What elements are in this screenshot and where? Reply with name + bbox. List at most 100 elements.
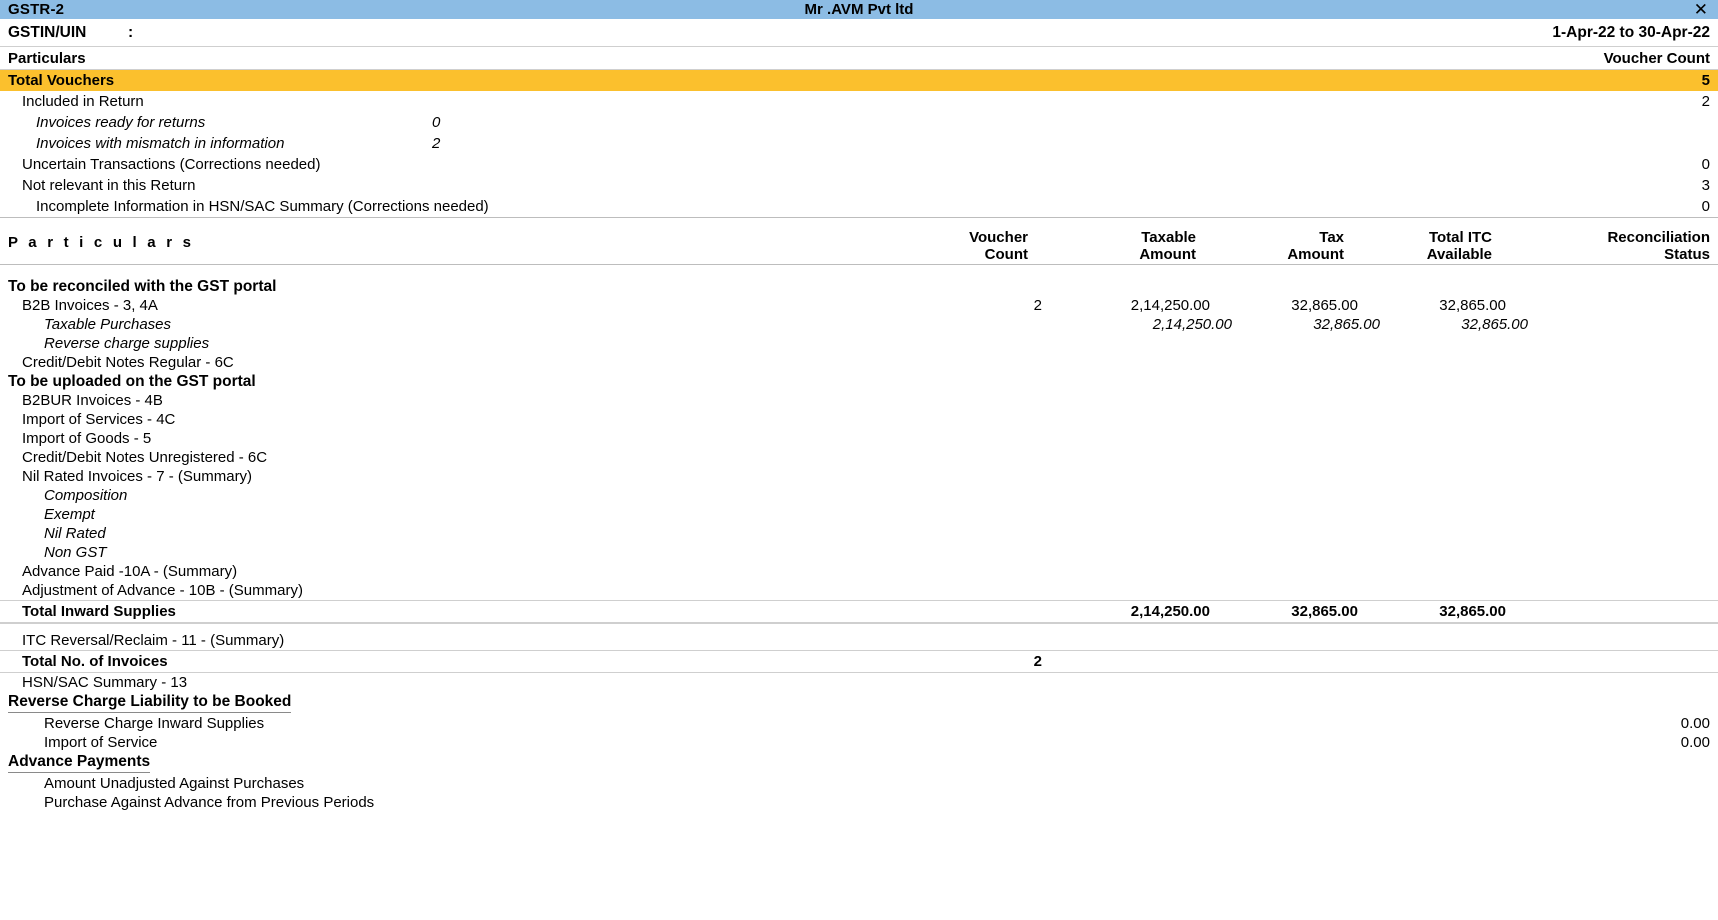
report-name: GSTR-2 xyxy=(8,1,65,18)
itc-reversal-label: ITC Reversal/Reclaim - 11 - (Summary) xyxy=(22,632,285,649)
summary-row-value: 0 xyxy=(1701,198,1710,215)
table-row[interactable]: Exempt xyxy=(0,505,1718,524)
table-row[interactable]: Composition xyxy=(0,486,1718,505)
gstin-label: GSTIN/UIN xyxy=(8,23,87,41)
table-row[interactable]: Advance Paid -10A - (Summary) xyxy=(0,562,1718,581)
total-invoices-label: Total No. of Invoices xyxy=(22,653,168,670)
hsn-summary-row[interactable]: HSN/SAC Summary - 13 xyxy=(0,673,1718,692)
reverse-charge-row[interactable]: Reverse Charge Inward Supplies 0.00 xyxy=(0,714,1718,733)
table-row[interactable]: Import of Goods - 5 xyxy=(0,429,1718,448)
table-row-particulars: Exempt xyxy=(44,506,95,523)
table-row-particulars: Nil Rated xyxy=(44,525,106,542)
table-row[interactable]: Credit/Debit Notes Regular - 6C xyxy=(0,353,1718,372)
total-inward-supplies-itc: 32,865.00 xyxy=(1439,603,1506,620)
table-row-particulars: B2B Invoices - 3, 4A xyxy=(22,297,158,314)
summary-row[interactable]: Invoices with mismatch in information 2 xyxy=(0,133,1718,154)
reverse-charge-heading-row: Reverse Charge Liability to be Booked xyxy=(0,692,1718,714)
table-row-particulars: Credit/Debit Notes Regular - 6C xyxy=(22,354,234,371)
advance-payment-row-label: Purchase Against Advance from Previous P… xyxy=(44,794,375,811)
advance-payment-row[interactable]: Purchase Against Advance from Previous P… xyxy=(0,793,1718,812)
col-taxable-amount-line1: Taxable xyxy=(1141,229,1196,247)
col-voucher-count-line1: Voucher xyxy=(969,229,1028,247)
report-period: 1-Apr-22 to 30-Apr-22 xyxy=(1552,23,1710,41)
table-row-particulars: Taxable Purchases xyxy=(44,316,172,333)
col-reconciliation-line2: Status xyxy=(1664,246,1710,264)
gstin-row: GSTIN/UIN : 1-Apr-22 to 30-Apr-22 xyxy=(0,19,1718,46)
col-total-itc-line2: Available xyxy=(1426,246,1492,264)
table-row-particulars: B2BUR Invoices - 4B xyxy=(22,392,163,409)
table-row-particulars: Advance Paid -10A - (Summary) xyxy=(22,563,238,580)
total-inward-supplies-taxable: 2,14,250.00 xyxy=(1130,603,1210,620)
summary-row[interactable]: Invoices ready for returns 0 xyxy=(0,112,1718,133)
table-row[interactable]: B2BUR Invoices - 4B xyxy=(0,391,1718,410)
col-voucher-count: Voucher Count xyxy=(938,230,1036,264)
window-title-bar: GSTR-2 Mr .AVM Pvt ltd ✕ xyxy=(0,0,1718,19)
table-row[interactable]: Non GST xyxy=(0,543,1718,562)
col-particulars: P a r t i c u l a r s xyxy=(8,233,195,251)
total-vouchers-value: 5 xyxy=(1701,72,1710,89)
table-row-taxable-amount: 2,14,250.00 xyxy=(1130,297,1210,314)
reverse-charge-row-label: Reverse Charge Inward Supplies xyxy=(44,715,265,732)
total-vouchers-row[interactable]: Total Vouchers 5 xyxy=(0,70,1718,91)
total-invoices-row[interactable]: Total No. of Invoices 2 xyxy=(0,651,1718,672)
hsn-summary-label: HSN/SAC Summary - 13 xyxy=(22,674,188,691)
col-tax-amount-line1: Tax xyxy=(1319,229,1344,247)
reverse-charge-row[interactable]: Import of Service 0.00 xyxy=(0,733,1718,752)
summary-row[interactable]: Included in Return 2 xyxy=(0,91,1718,112)
col-tax-amount-line2: Amount xyxy=(1287,246,1344,264)
reverse-charge-row-value: 0.00 xyxy=(1680,734,1710,751)
summary-header-row: Particulars Voucher Count xyxy=(0,47,1718,69)
table-row[interactable]: To be reconciled with the GST portal xyxy=(0,277,1718,296)
table-row-total-itc: 32,865.00 xyxy=(1439,297,1506,314)
table-row-particulars: Reverse charge supplies xyxy=(44,335,210,352)
advance-payment-rows: Amount Unadjusted Against Purchases Purch… xyxy=(0,774,1718,812)
summary-row-label: Incomplete Information in HSN/SAC Summar… xyxy=(36,198,489,215)
company-name: Mr .AVM Pvt ltd xyxy=(804,1,914,18)
table-row-voucher-count: 2 xyxy=(1033,297,1042,314)
table-row-particulars: Credit/Debit Notes Unregistered - 6C xyxy=(22,449,268,466)
advance-payment-row[interactable]: Amount Unadjusted Against Purchases xyxy=(0,774,1718,793)
summary-row-sub-value: 2 xyxy=(432,135,441,152)
table-row-particulars: To be reconciled with the GST portal xyxy=(8,277,277,295)
table-row[interactable]: Adjustment of Advance - 10B - (Summary) xyxy=(0,581,1718,600)
summary-row-label: Invoices ready for returns xyxy=(36,114,206,131)
close-icon[interactable]: ✕ xyxy=(1692,1,1710,18)
summary-row-value: 0 xyxy=(1701,156,1710,173)
summary-row[interactable]: Incomplete Information in HSN/SAC Summar… xyxy=(0,196,1718,217)
reverse-charge-row-value: 0.00 xyxy=(1680,715,1710,732)
summary-particulars-label: Particulars xyxy=(8,49,86,67)
summary-row-label: Uncertain Transactions (Corrections need… xyxy=(22,156,321,173)
summary-row[interactable]: Uncertain Transactions (Corrections need… xyxy=(0,154,1718,175)
table-row[interactable]: Reverse charge supplies xyxy=(0,334,1718,353)
table-row[interactable]: B2B Invoices - 3, 4A 2 2,14,250.00 32,865.0… xyxy=(0,296,1718,315)
advance-payments-heading-row: Advance Payments xyxy=(0,752,1718,774)
table-row-particulars: Import of Services - 4C xyxy=(22,411,176,428)
total-vouchers-label: Total Vouchers xyxy=(8,72,115,89)
summary-row-sub-value: 0 xyxy=(432,114,441,131)
table-row[interactable]: Taxable Purchases 2,14,250.00 32,865.00 32,… xyxy=(0,315,1718,334)
advance-payments-heading: Advance Payments xyxy=(8,753,151,773)
table-row[interactable]: Nil Rated Invoices - 7 - (Summary) xyxy=(0,467,1718,486)
summary-row-value: 2 xyxy=(1701,93,1710,110)
col-taxable-amount: Taxable Amount xyxy=(1036,230,1204,264)
summary-row-label: Invoices with mismatch in information xyxy=(36,135,285,152)
gstin-colon: : xyxy=(128,23,134,41)
table-row[interactable]: To be uploaded on the GST portal xyxy=(0,372,1718,391)
table-row[interactable]: Credit/Debit Notes Unregistered - 6C xyxy=(0,448,1718,467)
summary-voucher-count-label: Voucher Count xyxy=(1603,49,1710,67)
table-row[interactable]: Nil Rated xyxy=(0,524,1718,543)
reverse-charge-rows: Reverse Charge Inward Supplies 0.00 Import… xyxy=(0,714,1718,752)
summary-row-label: Not relevant in this Return xyxy=(22,177,196,194)
summary-row[interactable]: Not relevant in this Return 3 xyxy=(0,175,1718,196)
summary-row-label: Included in Return xyxy=(22,93,144,110)
total-inward-supplies-row[interactable]: Total Inward Supplies 2,14,250.00 32,865… xyxy=(0,601,1718,622)
total-inward-supplies-label: Total Inward Supplies xyxy=(22,603,176,620)
table-row[interactable]: Import of Services - 4C xyxy=(0,410,1718,429)
total-invoices-voucher-count: 2 xyxy=(1033,653,1042,670)
advance-payments-heading-text: Advance Payments xyxy=(8,753,151,773)
itc-reversal-row[interactable]: ITC Reversal/Reclaim - 11 - (Summary) xyxy=(0,631,1718,650)
table-row-taxable-amount: 2,14,250.00 xyxy=(1152,316,1232,333)
table-row-particulars: Nil Rated Invoices - 7 - (Summary) xyxy=(22,468,253,485)
advance-payment-row-label: Amount Unadjusted Against Purchases xyxy=(44,775,305,792)
